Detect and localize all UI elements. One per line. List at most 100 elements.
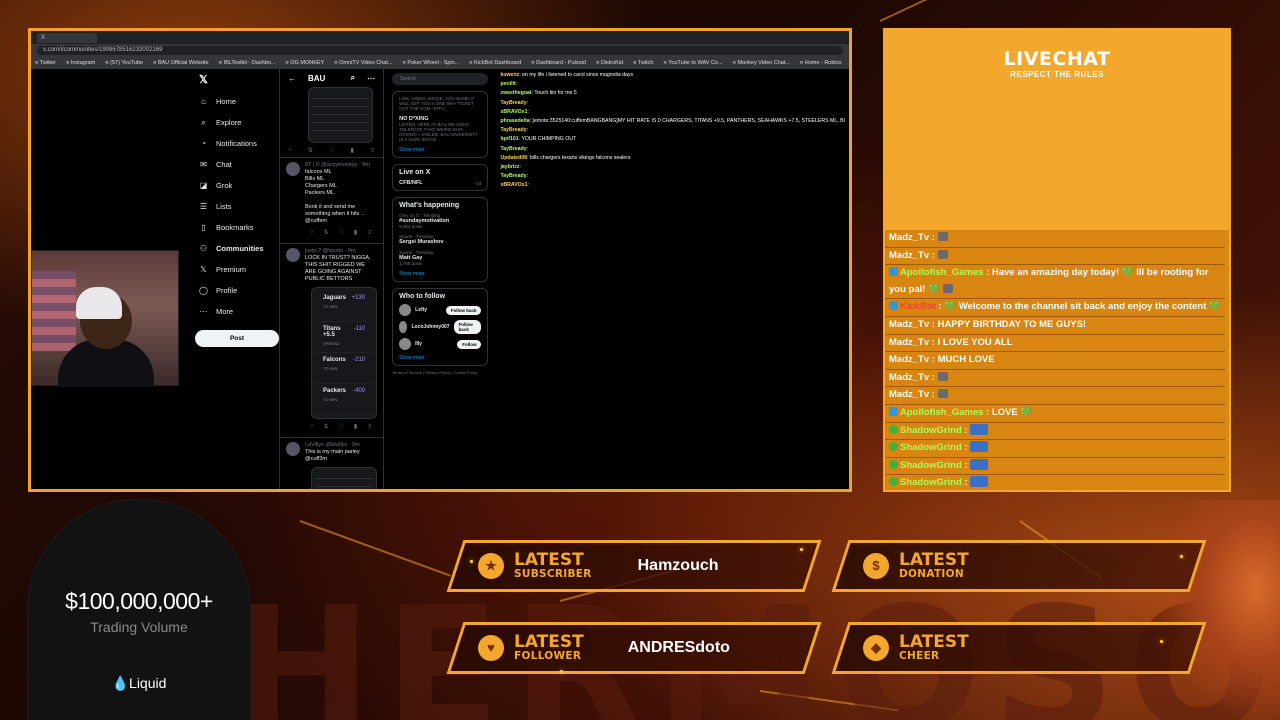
avatar[interactable] (286, 162, 300, 176)
follow-button[interactable]: Follow back (445, 305, 482, 315)
x-logo-icon[interactable]: 𝕏 (193, 73, 279, 91)
avatar[interactable] (286, 442, 300, 456)
reply-icon[interactable]: ○ (288, 147, 292, 153)
chat-username[interactable]: Updated08 (500, 155, 527, 161)
chat-username[interactable]: TayBready (500, 146, 526, 152)
follow-button[interactable]: Follow (457, 339, 482, 349)
chat-username[interactable]: Madz_Tv (889, 250, 929, 261)
bookmark-item[interactable]: Home - Roblox (800, 60, 842, 66)
trend-item[interactable]: Only on X · Trending #sundaymotivation 5,3… (399, 213, 481, 229)
show-more-link[interactable]: Show more (399, 355, 481, 361)
avatar[interactable] (399, 321, 408, 333)
avatar[interactable] (399, 338, 412, 350)
bookmark-item[interactable]: (57) YouTube (105, 60, 143, 66)
chat-username[interactable]: Madz_Tv (889, 354, 929, 365)
avatar[interactable] (286, 248, 300, 262)
chat-username[interactable]: penilit (500, 81, 515, 87)
search-input[interactable]: Search (392, 73, 489, 85)
share-icon[interactable]: ⇪ (370, 147, 375, 154)
tweet-handle[interactable]: LaVillys @lavillys · 9m (305, 442, 377, 449)
chat-username[interactable]: Madz_Tv (889, 337, 929, 348)
browser-tab[interactable]: X (37, 32, 97, 43)
tweet-handle[interactable]: justo ? @bjusto · 9m (305, 248, 377, 255)
bookmark-item[interactable]: IBLToolkit - Dashbo... (219, 60, 276, 66)
nav-item-chat[interactable]: ✉ Chat (193, 154, 279, 175)
nav-item-notifications[interactable]: ◔ Notifications (193, 133, 279, 154)
bookmark-item[interactable]: Twitch (633, 60, 654, 66)
tweet[interactable]: 87 | D @azxymoneyy · 9m falcons ML Bills … (280, 157, 384, 243)
follow-name[interactable]: Lefty (415, 307, 442, 313)
like-icon[interactable]: ♡ (339, 229, 344, 236)
chat-username[interactable]: Madz_Tv (889, 389, 929, 400)
nav-item-home[interactable]: ⌂ Home (193, 91, 279, 112)
search-icon[interactable]: ⌕ (351, 73, 355, 83)
chat-username[interactable]: KickBot (900, 301, 936, 312)
reply-icon[interactable]: ○ (310, 229, 314, 235)
follow-suggestion[interactable]: LocoJohnny007 Follow back (399, 320, 482, 334)
chat-username[interactable]: lqof101 (500, 136, 518, 142)
chat-username[interactable]: Apollofish_Games (900, 267, 983, 278)
chat-username[interactable]: kuwenz (500, 72, 519, 78)
chat-username[interactable]: ShadowGrind (900, 477, 962, 488)
nav-item-communities[interactable]: ⚇ Communities (193, 238, 279, 259)
share-icon[interactable]: ⇪ (367, 229, 372, 236)
chat-username[interactable]: phrasedelta (500, 118, 529, 124)
nav-item-profile[interactable]: ◯ Profile (193, 280, 279, 301)
nav-item-grok[interactable]: ◪ Grok (193, 175, 279, 196)
follow-suggestion[interactable]: Lefty Follow back (399, 304, 482, 316)
tweet[interactable]: LaVillys @lavillys · 9m This is my main … (280, 437, 384, 489)
repost-icon[interactable]: ⇅ (324, 229, 329, 236)
chat-username[interactable]: Apollofish_Games (900, 407, 983, 418)
live-item[interactable]: CFB/NFL (399, 180, 423, 186)
tweet[interactable]: justo ? @bjusto · 9m LOCK IN TRUST? NIGG… (280, 243, 384, 437)
bookmark-item[interactable]: OG MONKEY (285, 60, 324, 66)
chat-username[interactable]: TayBready (500, 127, 526, 133)
follow-name[interactable]: Illy (415, 341, 453, 347)
nav-item-premium[interactable]: 𝕏 Premium (193, 259, 279, 280)
chat-username[interactable]: ShadowGrind (900, 425, 962, 436)
more-icon[interactable]: ⋯ (367, 74, 375, 83)
nav-item-explore[interactable]: ⌕ Explore (193, 112, 279, 133)
bookmark-item[interactable]: Twitter (35, 60, 56, 66)
address-bar[interactable]: x.com/i/communities/1908678516233002169 (31, 44, 849, 57)
views-icon[interactable]: ▮ (354, 229, 357, 236)
follow-suggestion[interactable]: Illy Follow (399, 338, 482, 350)
bookmark-item[interactable]: Dashboard - Pulsoid (531, 60, 586, 66)
chat-username[interactable]: Madz_Tv (889, 232, 929, 243)
post-button[interactable]: Post (195, 330, 279, 347)
nav-item-more[interactable]: ⋯ More (193, 301, 279, 322)
chat-username[interactable]: TayBready (500, 173, 526, 179)
show-more-link[interactable]: Show more (399, 271, 481, 277)
back-arrow-icon[interactable]: ← (288, 74, 296, 83)
views-icon[interactable]: ▮ (351, 147, 354, 154)
avatar[interactable] (399, 304, 412, 316)
chat-username[interactable]: zweethegoat (500, 90, 531, 96)
views-icon[interactable]: ▮ (354, 423, 357, 430)
repost-icon[interactable]: ⇅ (308, 147, 313, 154)
chat-username[interactable]: xBRAVOx1 (500, 109, 527, 115)
tweet-handle[interactable]: 87 | D @azxymoneyy · 9m (305, 162, 377, 169)
bookmark-item[interactable]: YouTube to WAV Co... (663, 60, 722, 66)
bookmark-item[interactable]: Monkey Video Chat... (733, 60, 789, 66)
chat-username[interactable]: ShadowGrind (900, 442, 962, 453)
like-icon[interactable]: ♡ (339, 423, 344, 430)
bookmark-item[interactable]: KickBot Dashboard (469, 60, 521, 66)
bookmark-item[interactable]: BAU Official Website (153, 60, 209, 66)
bookmark-item[interactable]: DistroKid (596, 60, 623, 66)
bookmark-item[interactable]: Instagram (66, 60, 95, 66)
nav-item-bookmarks[interactable]: ▯ Bookmarks (193, 217, 279, 238)
trend-item[interactable]: Sports · Trending Sergei Murashov (399, 234, 481, 245)
chat-username[interactable]: Madz_Tv (889, 319, 929, 330)
repost-icon[interactable]: ⇅ (324, 423, 329, 430)
url-field[interactable]: x.com/i/communities/1908678516233002169 (37, 46, 843, 55)
nav-item-lists[interactable]: ☰ Lists (193, 196, 279, 217)
show-more-link[interactable]: Show more (399, 147, 481, 153)
chat-username[interactable]: xBRAVOx1 (500, 182, 527, 188)
chat-username[interactable]: ShadowGrind (900, 460, 962, 471)
like-icon[interactable]: ♡ (329, 147, 334, 154)
chat-username[interactable]: TayBready (500, 100, 526, 106)
follow-name[interactable]: LocoJohnny007 (411, 324, 449, 330)
chat-username[interactable]: jaybrizz (500, 164, 519, 170)
share-icon[interactable]: ⇪ (367, 423, 372, 430)
chat-username[interactable]: Madz_Tv (889, 372, 929, 383)
